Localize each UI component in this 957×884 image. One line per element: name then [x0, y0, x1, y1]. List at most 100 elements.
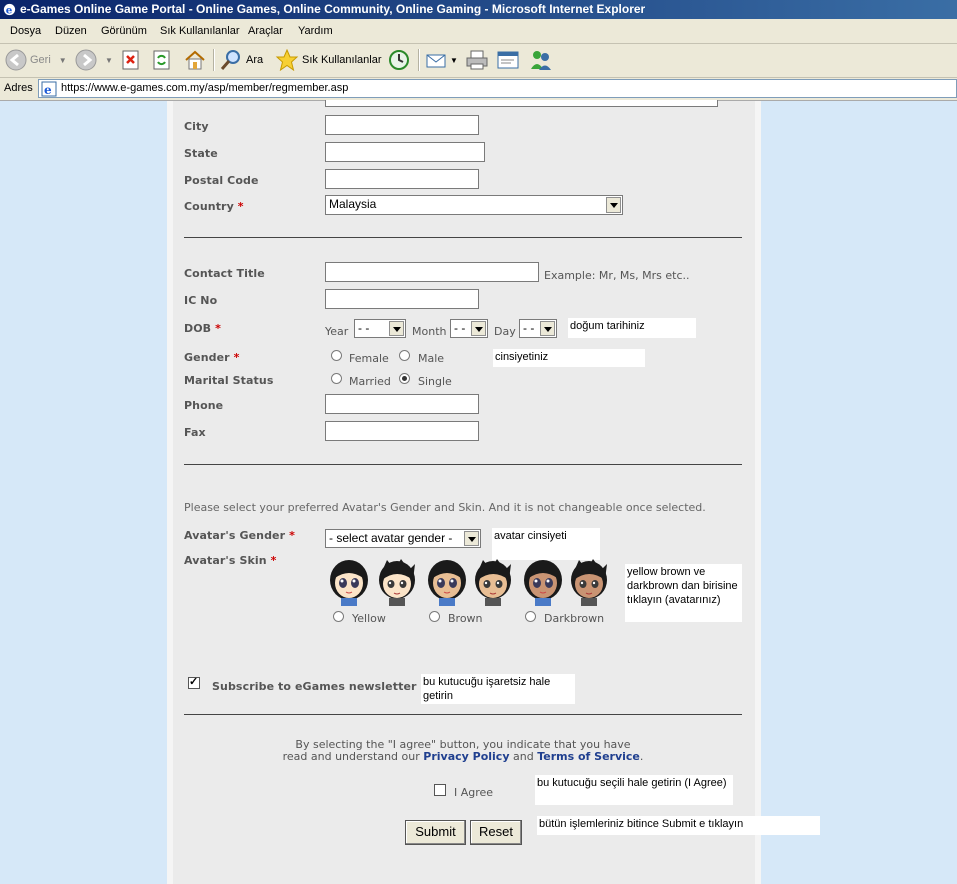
fax-label: Fax — [184, 426, 206, 439]
page-margin-right — [761, 101, 957, 884]
menu-bar: Dosya Düzen Görünüm Sık Kullanılanlar Ar… — [0, 19, 957, 44]
title-bar: e e-Games Online Game Portal - Online Ga… — [0, 0, 957, 19]
marital-married-radio[interactable] — [331, 373, 342, 384]
mail-dropdown-icon: ▼ — [450, 55, 458, 65]
print-button[interactable] — [465, 48, 489, 72]
home-button[interactable] — [183, 48, 207, 72]
menu-help[interactable]: Yardım — [298, 25, 333, 37]
address-input[interactable]: e https://www.e-games.com.my/asp/member/… — [38, 79, 957, 98]
skin-brown-radio[interactable] — [429, 611, 440, 622]
agreement-line-2: read and understand our Privacy Policy a… — [282, 750, 644, 763]
back-dropdown-icon: ▼ — [58, 55, 67, 65]
search-icon — [220, 50, 240, 70]
city-input[interactable] — [325, 115, 479, 135]
avatar-darkbrown-boy — [570, 558, 608, 606]
skin-darkbrown-label: Darkbrown — [544, 612, 605, 625]
dob-month-select[interactable]: - - — [450, 319, 488, 338]
note-gender: cinsiyetiniz — [493, 349, 645, 367]
country-select[interactable]: Malaysia — [325, 195, 623, 215]
newsletter-label: Subscribe to eGames newsletter — [212, 680, 417, 693]
address-line-input[interactable] — [325, 100, 718, 107]
skin-yellow-radio[interactable] — [333, 611, 344, 622]
skin-yellow-label: Yellow — [352, 612, 386, 625]
note-newsletter: bu kutucuğu işaretsiz hale getirin — [421, 674, 575, 704]
phone-label: Phone — [184, 399, 224, 412]
phone-input[interactable] — [325, 394, 479, 414]
gender-male-radio[interactable] — [399, 350, 410, 361]
menu-file[interactable]: Dosya — [10, 25, 41, 37]
contact-title-input[interactable] — [325, 262, 539, 282]
reset-button[interactable]: Reset — [470, 820, 522, 845]
dob-day-select[interactable]: - - — [519, 319, 557, 338]
mail-button[interactable]: ▼ — [425, 48, 458, 72]
dob-label: DOB * — [184, 322, 221, 335]
dob-year-select[interactable]: - - — [354, 319, 406, 338]
agree-label: I Agree — [454, 786, 494, 799]
chevron-down-icon[interactable] — [464, 531, 479, 546]
year-label: Year — [325, 325, 349, 338]
menu-view[interactable]: Görünüm — [101, 25, 147, 37]
marital-single-radio[interactable] — [399, 373, 410, 384]
note-avatar-skin: yellow brown ve darkbrown dan birisine t… — [625, 564, 742, 622]
menu-tools[interactable]: Araçlar — [248, 25, 283, 37]
chevron-down-icon[interactable] — [540, 321, 555, 336]
state-input[interactable] — [325, 142, 485, 162]
stop-icon — [122, 50, 139, 70]
section-divider — [184, 714, 742, 715]
note-agree: bu kutucuğu seçili hale getirin (I Agree… — [535, 775, 733, 805]
postal-code-input[interactable] — [325, 169, 479, 189]
svg-text:e: e — [44, 83, 52, 97]
contact-title-label: Contact Title — [184, 267, 265, 280]
menu-favorites[interactable]: Sık Kullanılanlar — [160, 25, 240, 37]
privacy-policy-link[interactable]: Privacy Policy — [423, 750, 509, 763]
avatar-yellow-girl — [329, 559, 369, 606]
forward-button[interactable]: ▼ — [75, 48, 113, 72]
terms-of-service-link[interactable]: Terms of Service — [537, 750, 640, 763]
note-dob: doğum tarihiniz — [568, 318, 696, 338]
agree-checkbox[interactable] — [434, 784, 446, 796]
refresh-button[interactable] — [152, 48, 172, 72]
fax-input[interactable] — [325, 421, 479, 441]
messenger-button[interactable] — [529, 48, 553, 72]
chevron-down-icon[interactable] — [389, 321, 404, 336]
chevron-down-icon[interactable] — [471, 321, 486, 336]
printer-icon — [466, 50, 488, 70]
chevron-down-icon[interactable] — [606, 197, 621, 213]
section-divider — [184, 237, 742, 238]
search-button[interactable]: Ara — [219, 48, 263, 72]
stop-button[interactable] — [121, 48, 141, 72]
edit-button[interactable] — [496, 48, 520, 72]
ic-no-input[interactable] — [325, 289, 479, 309]
avatar-gender-label: Avatar's Gender * — [184, 529, 295, 542]
menu-edit[interactable]: Düzen — [55, 25, 87, 37]
state-label: State — [184, 147, 218, 160]
section-divider — [184, 464, 742, 465]
female-label: Female — [349, 352, 389, 365]
day-label: Day — [494, 325, 516, 338]
contact-title-example: Example: Mr, Ms, Mrs etc.. — [544, 269, 690, 282]
back-arrow-icon — [5, 49, 27, 71]
country-label: Country * — [184, 200, 244, 213]
postal-code-label: Postal Code — [184, 174, 259, 187]
skin-darkbrown-radio[interactable] — [525, 611, 536, 622]
back-button[interactable]: Geri ▼ — [5, 48, 67, 72]
address-bar: Adres e https://www.e-games.com.my/asp/m… — [0, 78, 957, 101]
single-label: Single — [418, 375, 452, 388]
refresh-icon — [153, 50, 170, 70]
history-icon — [389, 50, 409, 70]
gender-female-radio[interactable] — [331, 350, 342, 361]
page-margin-left — [0, 101, 167, 884]
history-button[interactable] — [387, 48, 411, 72]
favorites-button[interactable]: Sık Kullanılanlar — [275, 48, 382, 72]
avatar-gender-select[interactable]: - select avatar gender - — [325, 529, 481, 548]
avatar-brown-girl — [427, 559, 467, 606]
newsletter-checkbox[interactable] — [188, 675, 200, 689]
submit-button[interactable]: Submit — [405, 820, 466, 845]
skin-brown-label: Brown — [448, 612, 483, 625]
marital-status-label: Marital Status — [184, 374, 274, 387]
forward-dropdown-icon: ▼ — [105, 55, 113, 65]
note-submit: bütün işlemleriniz bitince Submit e tıkl… — [537, 816, 820, 835]
toolbar-separator — [213, 49, 215, 71]
avatar-skin-label: Avatar's Skin * — [184, 554, 277, 567]
married-label: Married — [349, 375, 391, 388]
